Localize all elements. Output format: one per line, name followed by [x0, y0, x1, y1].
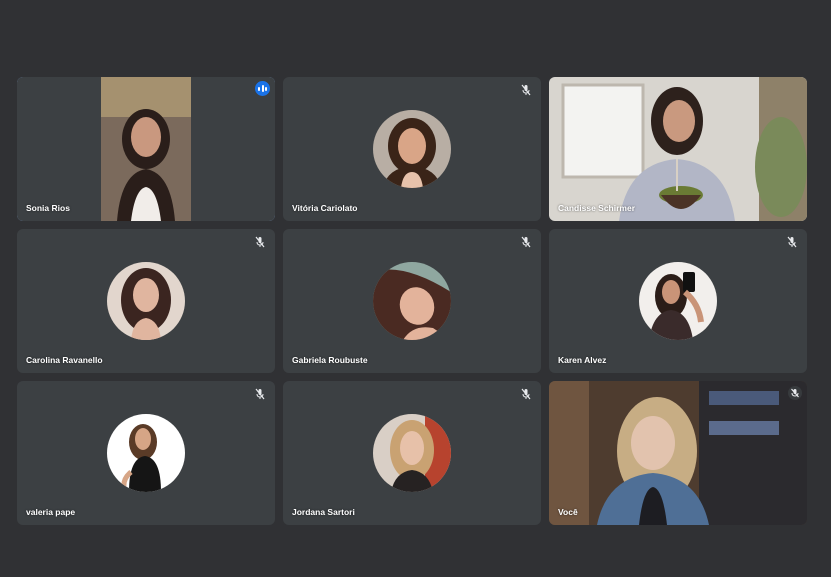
participant-name: Karen Alvez [558, 355, 607, 365]
participant-video [17, 77, 275, 221]
mic-off-icon [787, 236, 797, 248]
participant-tile-carolina-ravanello[interactable]: Carolina Ravanello [17, 229, 275, 373]
participant-name: Candisse Schirmer [558, 203, 636, 213]
avatar [373, 110, 451, 188]
participant-tile-vitoria-cariolato[interactable]: Vitória Cariolato [283, 77, 541, 221]
mic-off-icon [255, 388, 265, 400]
mic-off-icon [521, 84, 531, 96]
avatar [639, 262, 717, 340]
participant-tile-gabriela-roubuste[interactable]: Gabriela Roubuste [283, 229, 541, 373]
participant-name: Carolina Ravanello [26, 355, 103, 365]
avatar [107, 414, 185, 492]
participant-tile-sonia-rios[interactable]: Sonia Rios [17, 77, 275, 221]
mic-off-icon [521, 236, 531, 248]
participant-name: Gabriela Roubuste [292, 355, 368, 365]
mic-off-icon[interactable] [788, 386, 802, 400]
participant-name: Você [558, 507, 578, 517]
participant-name: valeria pape [26, 507, 76, 517]
speaking-indicator-icon [255, 81, 270, 96]
participant-name: Jordana Sartori [292, 507, 355, 517]
participant-video [549, 77, 807, 221]
participant-tile-valeria-pape[interactable]: valeria pape [17, 381, 275, 525]
avatar [107, 262, 185, 340]
participant-video [549, 381, 807, 525]
avatar [373, 414, 451, 492]
participant-tile-jordana-sartori[interactable]: Jordana Sartori [283, 381, 541, 525]
participant-name: Sonia Rios [26, 203, 70, 213]
participant-tile-candisse-schirmer[interactable]: Candisse Schirmer [549, 77, 807, 221]
participant-grid: Sonia Rios Vitória Cariolato Candisse Sc… [0, 0, 831, 577]
participant-name: Vitória Cariolato [292, 203, 358, 213]
avatar [373, 262, 451, 340]
mic-off-icon [255, 236, 265, 248]
participant-tile-self[interactable]: Você [549, 381, 807, 525]
mic-off-icon [521, 388, 531, 400]
participant-tile-karen-alvez[interactable]: Karen Alvez [549, 229, 807, 373]
